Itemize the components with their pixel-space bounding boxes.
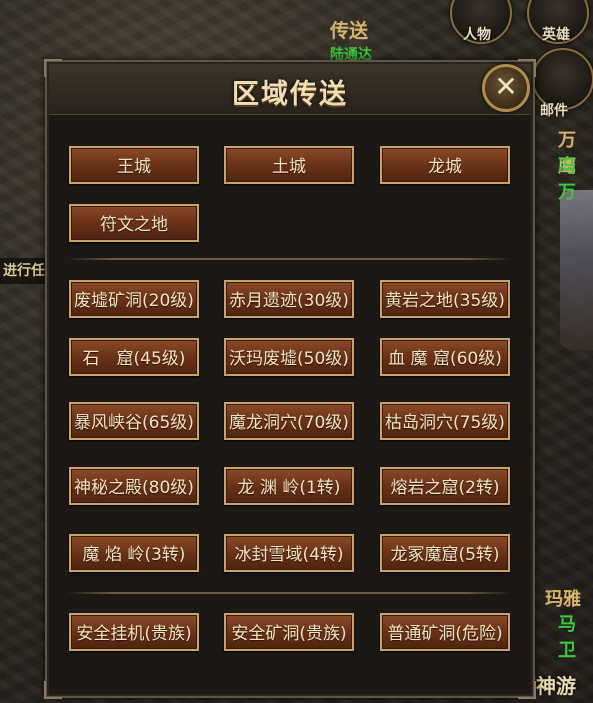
teleport-button-dungeon[interactable]: 龙 渊 岭(1转) bbox=[224, 467, 354, 505]
character-button-label: 人物 bbox=[463, 27, 491, 43]
player-character bbox=[560, 190, 593, 350]
teleport-button-dungeon[interactable]: 魔龙洞穴(70级) bbox=[224, 402, 354, 440]
teleport-button-dungeon[interactable]: 废墟矿洞(20级) bbox=[69, 280, 199, 318]
teleport-button-dungeon[interactable]: 石 窟(45级) bbox=[69, 338, 199, 376]
teleport-button-dungeon[interactable]: 熔岩之窟(2转) bbox=[380, 467, 510, 505]
npc-name-4: 马卫 bbox=[558, 614, 576, 661]
teleport-button-afk[interactable]: 安全矿洞(贵族) bbox=[224, 613, 354, 651]
panel-title-bar: 区域传送 bbox=[49, 64, 531, 115]
teleport-button-dungeon[interactable]: 黄岩之地(35级) bbox=[380, 280, 510, 318]
mail-button-label: 邮件 bbox=[540, 103, 568, 119]
quest-tracker-tab[interactable]: 进行任 bbox=[0, 258, 45, 284]
teleport-button-dungeon[interactable]: 暴风峡谷(65级) bbox=[69, 402, 199, 440]
world-teleport-label: 传送 bbox=[330, 20, 369, 42]
teleport-button-fuwen[interactable]: 符文之地 bbox=[69, 204, 199, 242]
teleport-button-wangcheng[interactable]: 王城 bbox=[69, 146, 199, 184]
teleport-button-dungeon[interactable]: 血 魔 窟(60级) bbox=[380, 338, 510, 376]
teleport-button-dungeon[interactable]: 神秘之殿(80级) bbox=[69, 467, 199, 505]
teleport-button-dungeon[interactable]: 枯岛洞穴(75级) bbox=[380, 402, 510, 440]
section-divider bbox=[67, 592, 511, 594]
teleport-button-dungeon[interactable]: 龙冢魔窟(5转) bbox=[380, 534, 510, 572]
hero-button-label: 英雄 bbox=[542, 27, 570, 43]
npc-name-3: 玛雅 bbox=[545, 589, 581, 610]
teleport-button-dungeon[interactable]: 魔 焰 岭(3转) bbox=[69, 534, 199, 572]
teleport-button-afk[interactable]: 普通矿洞(危险) bbox=[380, 613, 510, 651]
teleport-button-afk[interactable]: 安全挂机(贵族) bbox=[69, 613, 199, 651]
panel-title: 区域传送 bbox=[232, 79, 348, 110]
teleport-button-longcheng[interactable]: 龙城 bbox=[380, 146, 510, 184]
section-divider bbox=[67, 258, 511, 260]
teleport-button-dungeon[interactable]: 冰封雪域(4转) bbox=[224, 534, 354, 572]
panel-corner-ornament bbox=[518, 681, 536, 699]
panel-corner-ornament bbox=[44, 681, 62, 699]
teleport-button-dungeon[interactable]: 赤月遗迹(30级) bbox=[224, 280, 354, 318]
area-teleport-panel: 区域传送 王城 土城 龙城 符文之地 废墟矿洞(20级) 赤月遗迹(30级) 黄… bbox=[44, 59, 536, 699]
close-icon[interactable]: ✕ bbox=[482, 64, 530, 112]
teleport-button-dungeon[interactable]: 沃玛废墟(50级) bbox=[224, 338, 354, 376]
npc-name-2: 冯万 bbox=[558, 156, 576, 203]
teleport-button-tucheng[interactable]: 土城 bbox=[224, 146, 354, 184]
